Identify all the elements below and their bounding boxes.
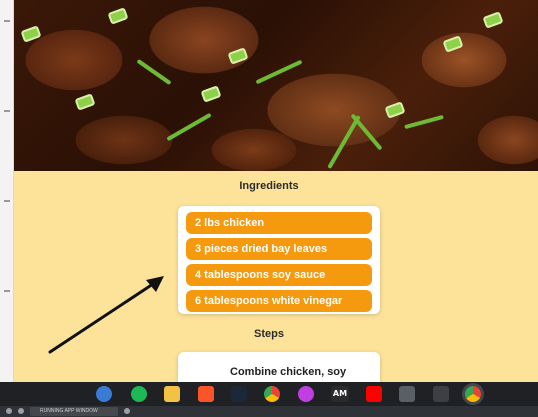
brave-icon[interactable] xyxy=(198,386,214,402)
app-screen: Ingredients 2 lbs chicken 3 pieces dried… xyxy=(0,0,538,417)
bottom-status-bar: RUNNING APP WINDOW xyxy=(0,406,538,417)
calculator-icon[interactable] xyxy=(399,386,415,402)
clock-app-icon[interactable] xyxy=(96,386,112,402)
os-taskbar: AM xyxy=(0,382,538,406)
running-app-tab[interactable]: RUNNING APP WINDOW xyxy=(30,407,118,416)
window-icon[interactable] xyxy=(18,408,24,414)
am-app-icon[interactable]: AM xyxy=(331,386,349,402)
youtube-icon[interactable] xyxy=(366,386,382,402)
game-app-icon[interactable] xyxy=(433,386,449,402)
picsart-icon[interactable] xyxy=(298,386,314,402)
close-tab-icon[interactable] xyxy=(124,408,130,414)
annotation-arrow xyxy=(48,276,164,354)
file-explorer-icon[interactable] xyxy=(164,386,180,402)
menu-icon[interactable] xyxy=(6,408,12,414)
spotify-icon[interactable] xyxy=(131,386,147,402)
chrome-icon[interactable] xyxy=(264,386,280,402)
steam-icon[interactable] xyxy=(231,386,247,402)
chrome-active-icon[interactable] xyxy=(465,386,481,402)
